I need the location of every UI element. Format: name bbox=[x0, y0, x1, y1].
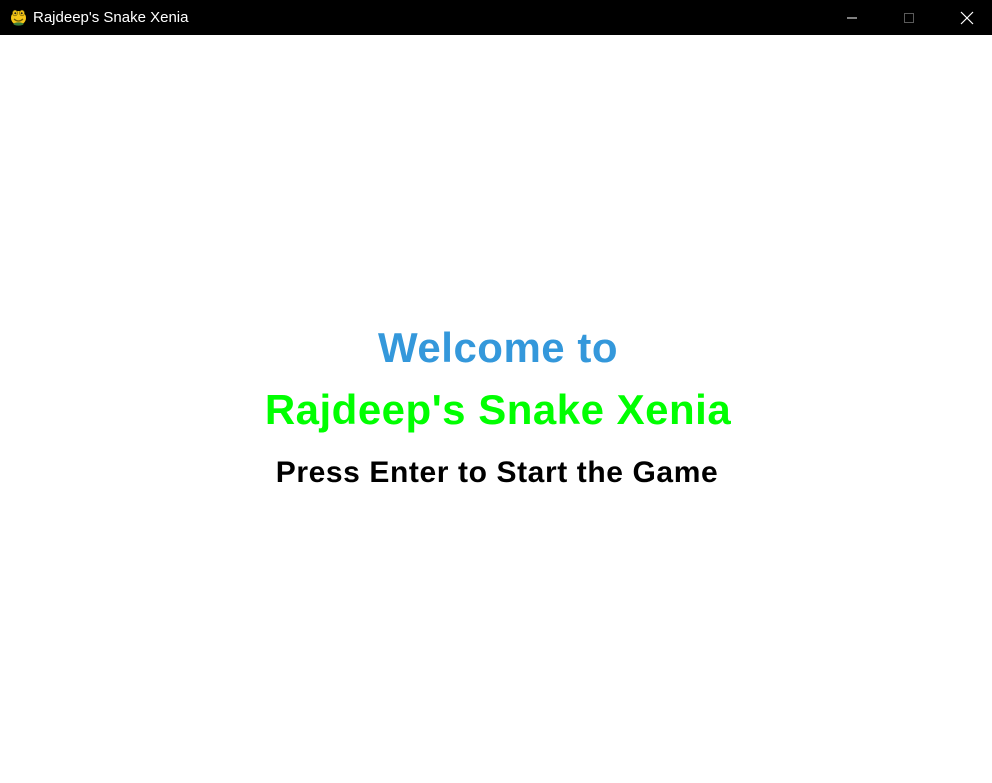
minimize-button[interactable] bbox=[823, 0, 881, 35]
game-window: Rajdeep's Snake Xenia Welcome to Rajdeep… bbox=[0, 0, 992, 783]
close-icon bbox=[960, 11, 974, 24]
window-title: Rajdeep's Snake Xenia bbox=[33, 9, 189, 26]
close-button[interactable] bbox=[938, 0, 992, 35]
welcome-text: Welcome to bbox=[378, 324, 618, 371]
minimize-icon bbox=[847, 17, 857, 18]
game-title: Rajdeep's Snake Xenia bbox=[264, 386, 732, 433]
maximize-icon bbox=[904, 12, 914, 23]
start-prompt: Press Enter to Start the Game bbox=[275, 456, 719, 489]
game-canvas[interactable]: Welcome to Rajdeep's Snake Xenia Press E… bbox=[0, 35, 992, 783]
maximize-button[interactable] bbox=[880, 0, 938, 35]
title-bar[interactable]: Rajdeep's Snake Xenia bbox=[0, 0, 992, 35]
pygame-snake-icon bbox=[9, 8, 28, 27]
